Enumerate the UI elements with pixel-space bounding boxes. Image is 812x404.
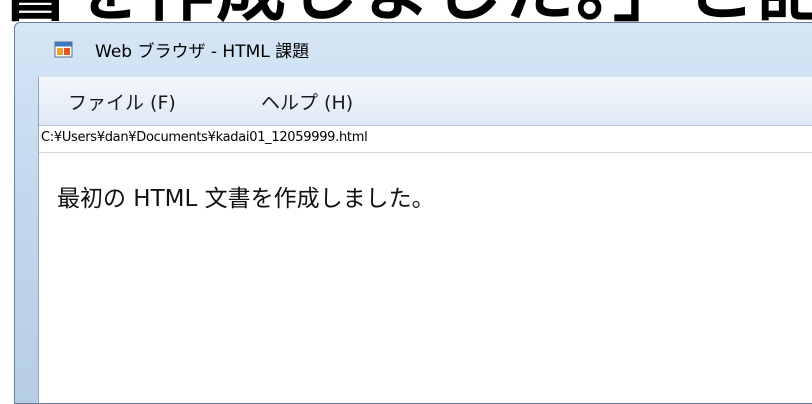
address-bar[interactable]: C:¥Users¥dan¥Documents¥kadai01_12059999.… bbox=[39, 126, 812, 153]
window-title: Web ブラウザ - HTML 課題 bbox=[95, 42, 310, 62]
app-window-icon bbox=[54, 41, 73, 58]
content-text: 最初の HTML 文書を作成しました。 bbox=[57, 186, 435, 212]
address-path: C:¥Users¥dan¥Documents¥kadai01_12059999.… bbox=[41, 130, 368, 145]
browser-window: Web ブラウザ - HTML 課題 ファイル (F) ヘルプ (H) C:¥U… bbox=[14, 22, 812, 404]
client-area: ファイル (F) ヘルプ (H) C:¥Users¥dan¥Documents¥… bbox=[38, 77, 812, 403]
menu-help[interactable]: ヘルプ (H) bbox=[261, 88, 353, 115]
menu-bar: ファイル (F) ヘルプ (H) bbox=[39, 77, 812, 126]
menu-file[interactable]: ファイル (F) bbox=[68, 88, 176, 115]
title-bar[interactable]: Web ブラウザ - HTML 課題 bbox=[15, 23, 812, 67]
web-content: 最初の HTML 文書を作成しました。 bbox=[39, 153, 812, 403]
